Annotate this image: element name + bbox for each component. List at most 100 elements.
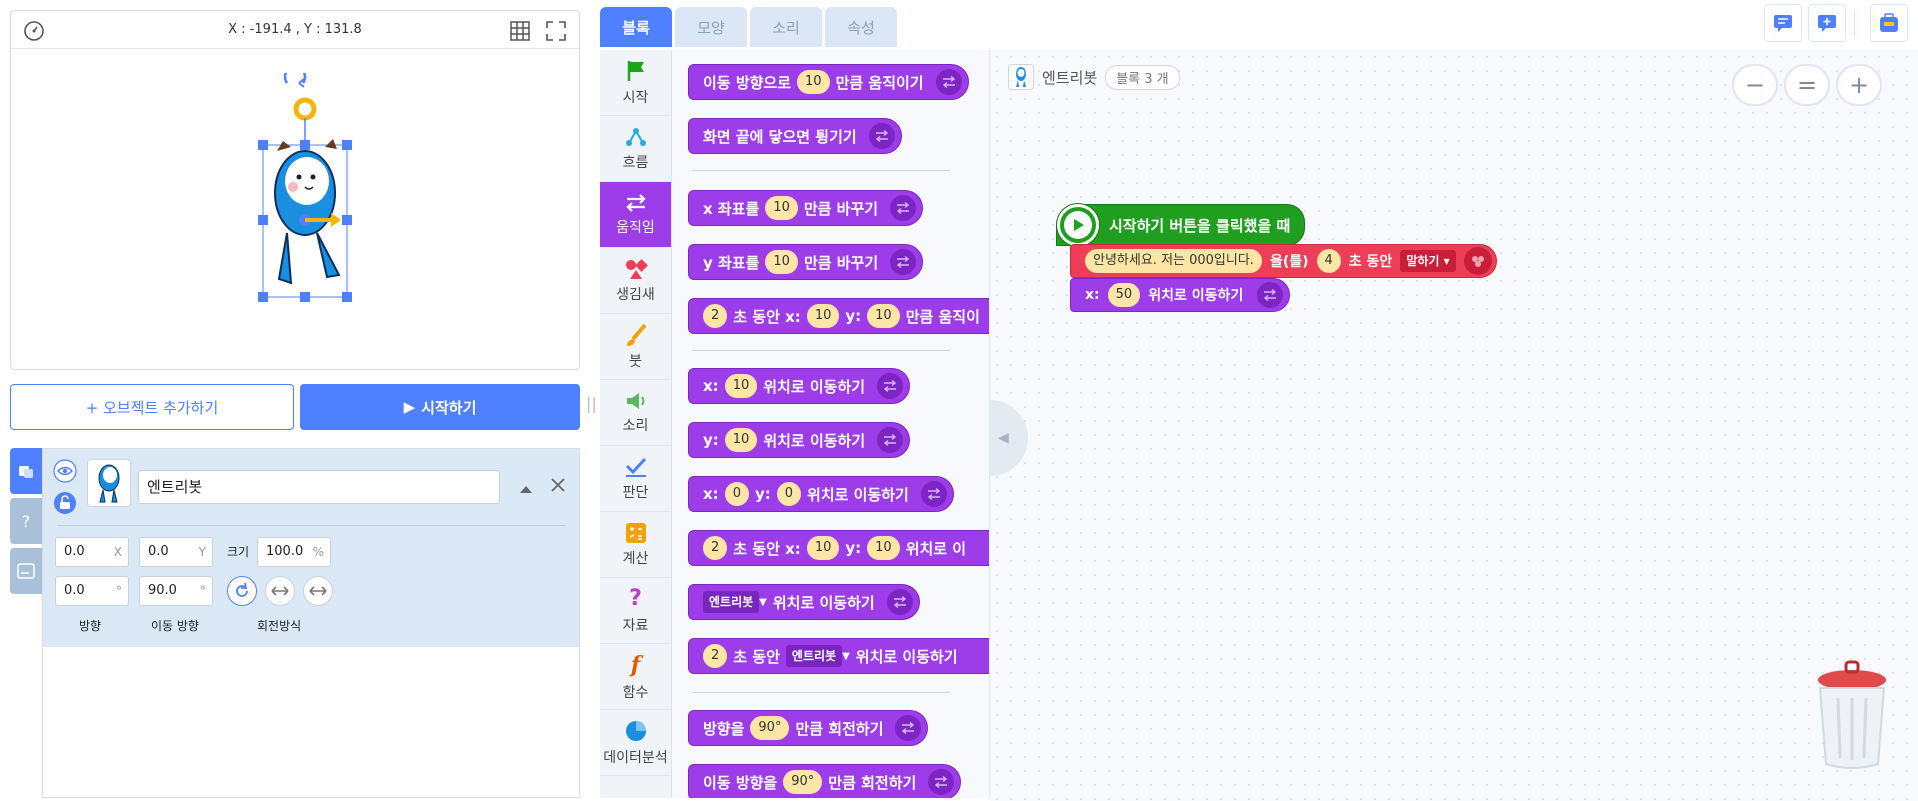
size-input[interactable]: 100.0%	[257, 537, 331, 567]
grid-icon[interactable]	[509, 20, 531, 46]
go-to-x-block[interactable]: x: 50 위치로 이동하기	[1070, 278, 1291, 312]
tab-sounds[interactable]: 소리	[750, 7, 822, 47]
block-input[interactable]: 2	[703, 304, 728, 328]
add-object-button[interactable]: + 오브젝트 추가하기	[10, 384, 294, 430]
x-position-input[interactable]: 0.0 X	[55, 537, 129, 567]
category-judgment[interactable]: 판단	[600, 446, 671, 512]
zoom-in-button[interactable]: +	[1836, 64, 1882, 106]
block-input[interactable]: 10	[765, 250, 798, 274]
block-input[interactable]: 0	[776, 482, 802, 506]
block-go-to-y[interactable]: y: 10 위치로 이동하기	[688, 422, 911, 458]
backpack-icon[interactable]	[1870, 4, 1908, 42]
tab-console[interactable]	[10, 548, 42, 594]
block-glide-to-object[interactable]: 2 초 동안 엔트리봇 ▼ 위치로 이동하기	[688, 638, 989, 674]
collapse-up-icon[interactable]	[519, 479, 533, 498]
close-icon[interactable]	[551, 477, 565, 496]
block-input[interactable]: 90°	[783, 770, 823, 794]
visibility-eye-icon[interactable]	[53, 459, 77, 487]
category-looks[interactable]: 생김새	[600, 248, 671, 314]
say-mode-dropdown[interactable]: 말하기 ▾	[1400, 250, 1456, 272]
category-data[interactable]: ? 자료	[600, 578, 671, 644]
lock-icon[interactable]	[53, 491, 77, 519]
category-motion[interactable]: 움직임	[600, 182, 671, 248]
block-count-badge: 블록 3 개	[1105, 64, 1180, 90]
block-input[interactable]: 10	[724, 374, 758, 398]
block-rotate[interactable]: 방향을 90° 만큼 회전하기	[688, 710, 929, 746]
block-go-to-xy[interactable]: x: 0 y: 0 위치로 이동하기	[688, 476, 954, 512]
move-direction-input[interactable]: 90.0 °	[139, 576, 213, 606]
block-input[interactable]: 10	[797, 70, 830, 94]
block-input[interactable]: 2	[703, 644, 728, 668]
block-input[interactable]: 2	[703, 536, 728, 560]
when-start-clicked-block[interactable]: 시작하기 버튼을 클릭했을 때	[1056, 204, 1306, 246]
block-rotate-move-direction[interactable]: 이동 방향을 90° 만큼 회전하기	[688, 764, 962, 798]
move-icon	[868, 123, 895, 149]
flag-icon	[627, 60, 644, 81]
block-change-y[interactable]: y 좌표를 10 만큼 바꾸기	[688, 244, 924, 280]
category-flow[interactable]: 흐름	[600, 116, 671, 182]
block-input[interactable]: 0	[724, 482, 749, 506]
block-go-to-x[interactable]: x: 10 위치로 이동하기	[688, 368, 911, 404]
category-label: 움직임	[616, 219, 655, 236]
start-button-label: 시작하기	[421, 398, 477, 417]
block-glide-by[interactable]: 2 초 동안 x: 10 y: 10 만큼 움직이	[688, 298, 989, 334]
block-input[interactable]: 10	[724, 428, 758, 452]
tab-objects[interactable]	[10, 448, 42, 494]
add-comment-icon[interactable]	[1808, 4, 1846, 42]
block-input[interactable]: 10	[806, 304, 840, 328]
tab-shapes[interactable]: 모양	[675, 7, 747, 47]
block-text: 시작하기 버튼을 클릭했을 때	[1109, 216, 1291, 235]
tab-help[interactable]: ?	[10, 498, 42, 544]
object-dropdown[interactable]: 엔트리봇	[703, 591, 760, 613]
block-glide-to-xy[interactable]: 2 초 동안 x: 10 y: 10 위치로 이	[688, 530, 989, 566]
category-sound[interactable]: 소리	[600, 380, 671, 446]
rotate-free-button[interactable]	[227, 576, 257, 606]
tab-blocks[interactable]: 블록	[600, 7, 672, 47]
block-input[interactable]: 90°	[750, 716, 790, 740]
seconds-input[interactable]: 4	[1316, 249, 1341, 273]
calculator-icon	[625, 522, 646, 543]
tab-properties[interactable]: 속성	[825, 7, 897, 47]
direction-input[interactable]: 0.0 °	[55, 576, 129, 606]
trash-can-icon[interactable]	[1812, 660, 1892, 776]
category-data-analysis[interactable]: 데이터분석	[600, 710, 671, 776]
block-text: 위치로 이동하기	[763, 431, 866, 450]
comment-icon[interactable]	[1764, 4, 1802, 42]
block-bounce-edge[interactable]: 화면 끝에 닿으면 튕기기	[688, 118, 902, 154]
category-start[interactable]: 시작	[600, 50, 671, 116]
category-brush[interactable]: 붓	[600, 314, 671, 380]
say-text-input[interactable]: 안녕하세요. 저는 000입니다.	[1085, 249, 1262, 273]
resize-handle[interactable]: ||	[586, 394, 597, 413]
x-value-input[interactable]: 50	[1107, 283, 1141, 307]
move-icon	[890, 195, 917, 221]
block-move-forward[interactable]: 이동 방향으로 10 만큼 움직이기	[688, 64, 969, 100]
object-card[interactable]: 엔트리봇 0.0 X 0.0 Y 크기 100.0% 0.0 ° 90.0 °	[43, 449, 579, 647]
zoom-reset-button[interactable]: =	[1784, 64, 1830, 106]
block-input[interactable]: 10	[867, 536, 900, 560]
speed-dial-icon[interactable]	[23, 20, 45, 46]
block-go-to-object[interactable]: 엔트리봇 ▼ 위치로 이동하기	[688, 584, 920, 620]
block-input[interactable]: 10	[867, 304, 900, 328]
category-label: 소리	[622, 417, 649, 434]
rotate-horizontal-button[interactable]	[265, 576, 295, 606]
entrybot-sprite[interactable]	[247, 65, 367, 303]
object-dropdown[interactable]: 엔트리봇	[785, 645, 843, 667]
fullscreen-icon[interactable]	[545, 20, 567, 46]
move-icon	[1257, 282, 1284, 308]
zoom-out-button[interactable]: −	[1732, 64, 1778, 106]
script-workspace[interactable]	[990, 50, 1918, 801]
block-change-x[interactable]: x 좌표를 10 만큼 바꾸기	[688, 190, 924, 226]
y-position-input[interactable]: 0.0 Y	[139, 537, 213, 567]
say-for-seconds-block[interactable]: 안녕하세요. 저는 000입니다. 을(를) 4 초 동안 말하기 ▾	[1070, 244, 1497, 278]
start-button[interactable]: ▶ 시작하기	[300, 384, 580, 430]
block-input[interactable]: 10	[806, 536, 840, 560]
zoom-controls: − = +	[1732, 64, 1882, 106]
category-function[interactable]: f 함수	[600, 644, 671, 710]
object-name-input[interactable]: 엔트리봇	[138, 470, 500, 504]
block-text: x:	[1085, 287, 1100, 303]
block-input[interactable]: 10	[765, 196, 798, 220]
category-calculate[interactable]: 계산	[600, 512, 671, 578]
category-label: 흐름	[622, 154, 649, 171]
looks-icon	[625, 258, 648, 279]
rotate-none-button[interactable]	[303, 576, 333, 606]
